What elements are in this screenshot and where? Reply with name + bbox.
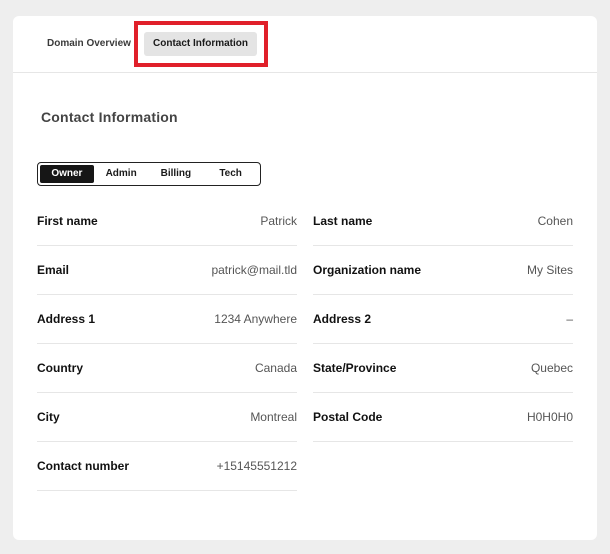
field-value: Canada — [254, 361, 297, 375]
field-label: Contact number — [37, 459, 130, 473]
segment-billing[interactable]: Billing — [149, 165, 204, 183]
tab-domain-overview[interactable]: Domain Overview — [47, 32, 131, 56]
right-field-column: Last name Cohen Organization name My Sit… — [313, 197, 573, 442]
field-label: Address 1 — [37, 312, 96, 326]
field-label: State/Province — [313, 361, 397, 375]
field-value: 1234 Anywhere — [214, 312, 297, 326]
field-row-contact-number: Contact number +15145551212 — [37, 442, 297, 491]
field-label: Organization name — [313, 263, 422, 277]
field-row-postal-code: Postal Code H0H0H0 — [313, 393, 573, 442]
tab-contact-information[interactable]: Contact Information — [144, 32, 257, 56]
field-label: Address 2 — [313, 312, 372, 326]
contact-type-selector: Owner Admin Billing Tech — [37, 162, 261, 186]
left-field-column: First name Patrick Email patrick@mail.tl… — [37, 197, 297, 491]
field-value: +15145551212 — [216, 459, 297, 473]
field-value: patrick@mail.tld — [211, 263, 297, 277]
field-value: – — [566, 312, 573, 326]
field-value: Montreal — [250, 410, 297, 424]
field-label: Postal Code — [313, 410, 383, 424]
field-row-organization-name: Organization name My Sites — [313, 246, 573, 295]
segment-tech[interactable]: Tech — [203, 165, 258, 183]
field-value: My Sites — [526, 263, 573, 277]
field-row-last-name: Last name Cohen — [313, 197, 573, 246]
field-label: Country — [37, 361, 83, 375]
field-row-country: Country Canada — [37, 344, 297, 393]
field-row-city: City Montreal — [37, 393, 297, 442]
field-value: Quebec — [530, 361, 573, 375]
segment-admin[interactable]: Admin — [94, 165, 149, 183]
field-row-email: Email patrick@mail.tld — [37, 246, 297, 295]
contact-card: Domain Overview Contact Information Cont… — [13, 16, 597, 540]
tab-bar: Domain Overview Contact Information — [13, 16, 597, 73]
segment-owner[interactable]: Owner — [40, 165, 94, 183]
field-label: Last name — [313, 214, 373, 228]
field-value: H0H0H0 — [526, 410, 573, 424]
section-title: Contact Information — [41, 109, 178, 125]
field-row-first-name: First name Patrick — [37, 197, 297, 246]
field-label: Email — [37, 263, 70, 277]
field-label: First name — [37, 214, 98, 228]
field-value: Cohen — [537, 214, 573, 228]
field-row-state-province: State/Province Quebec — [313, 344, 573, 393]
field-row-address-2: Address 2 – — [313, 295, 573, 344]
field-label: City — [37, 410, 60, 424]
field-value: Patrick — [260, 214, 297, 228]
field-row-address-1: Address 1 1234 Anywhere — [37, 295, 297, 344]
